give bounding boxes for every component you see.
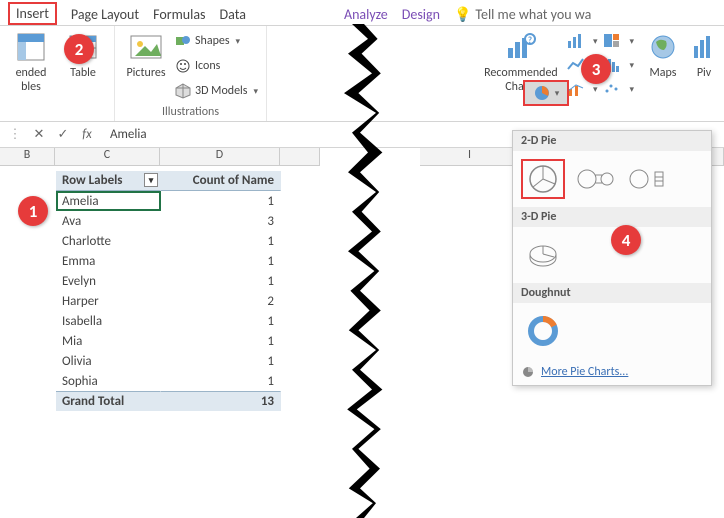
cancel-button[interactable]: ✕ [30,127,48,142]
pivot-grand-total[interactable]: Grand Total13 [56,391,281,411]
ribbon-area: ended bles Table Pictures Shapes [0,26,724,122]
pivot-row[interactable]: Olivia1 [56,351,281,371]
bar-of-pie-option[interactable] [625,159,669,199]
pivot-row[interactable]: Sophia1 [56,371,281,391]
pie-of-pie-option[interactable] [573,159,617,199]
ribbon-tabs: Insert Page Layout Formulas Data Analyze… [0,0,724,26]
filter-dropdown-button[interactable]: ▾ [144,173,158,187]
pie-3d-section: 3-D Pie [513,207,711,227]
col-header-i[interactable]: I [420,148,520,166]
3d-models-button[interactable]: 3D Models▾ [175,80,258,102]
pivot-header-rowlabels[interactable]: Row Labels ▾ [56,171,161,191]
shapes-icon [175,33,191,49]
callout-4: 4 [611,225,641,255]
tab-page-layout[interactable]: Page Layout [71,6,139,23]
chevron-down-icon: ▾ [236,36,241,47]
tab-design[interactable]: Design [402,6,440,23]
pie-chart-menu: 2-D Pie 3-D Pie Doughnut More Pie Charts… [512,130,712,386]
tab-data[interactable]: Data [220,6,246,23]
col-header-c[interactable]: C [55,148,160,166]
pie-of-pie-icon [575,164,615,194]
combo-chart-icon [567,81,587,97]
scatter-chart-button[interactable]: ▾ [603,78,634,100]
pie-icon [526,162,560,196]
pie-2d-section: 2-D Pie [513,131,711,151]
pivot-header-count[interactable]: Count of Name [161,171,281,191]
doughnut-icon [526,314,560,348]
pie-3d-icon [525,240,561,270]
cube-icon [175,83,191,99]
enter-button[interactable]: ✓ [54,127,72,142]
doughnut-option[interactable] [521,311,565,351]
callout-1: 1 [18,196,48,226]
icons-button[interactable]: Icons [175,55,258,77]
column-chart-icon [567,33,587,49]
callout-2: 2 [64,34,94,64]
hierarchy-chart-button[interactable]: ▾ [603,30,634,52]
shapes-button[interactable]: Shapes▾ [175,30,258,52]
pie-2d-option[interactable] [521,159,565,199]
pivot-row[interactable]: Harper2 [56,291,281,311]
pie-3d-option[interactable] [521,235,565,275]
tab-insert[interactable]: Insert [8,2,57,25]
pictures-button[interactable]: Pictures [123,30,169,105]
tell-me[interactable]: 💡 Tell me what you wa [454,6,591,23]
more-pie-charts-link[interactable]: More Pie Charts... [513,359,711,385]
rec-charts-icon: ? [504,30,538,64]
callout-3: 3 [581,54,611,84]
globe-icon [646,30,680,64]
pie-small-icon [521,365,535,379]
recommended-pivot-button[interactable]: ended bles [8,30,54,119]
pivotchart-button[interactable]: Piv [692,30,716,119]
pivot-table: Row Labels ▾ Count of Name Amelia1 Ava3 … [56,171,281,411]
tab-formulas[interactable]: Formulas [153,6,205,23]
chevron-down-icon: ▾ [254,86,259,97]
icons-icon [175,58,191,74]
treemap-icon [603,33,623,49]
pivot-row[interactable]: Isabella1 [56,311,281,331]
illustrations-label: Illustrations [123,105,258,121]
pie-chart-dropdown-button[interactable]: ▾ [523,80,569,106]
pivot-icon [14,30,48,64]
maps-button[interactable]: Maps [640,30,686,119]
pivot-row[interactable]: Mia1 [56,331,281,351]
pivot-row[interactable]: Emma1 [56,251,281,271]
pivot-row[interactable]: Amelia1 [56,191,281,211]
tab-analyze[interactable]: Analyze [344,6,388,23]
fx-button[interactable]: fx [78,127,96,142]
svg-text:?: ? [528,35,532,46]
col-header-d[interactable]: D [160,148,280,166]
col-header-e[interactable] [280,148,320,166]
lightbulb-icon: 💡 [454,6,471,23]
pivotchart-icon [687,30,721,64]
col-header-b[interactable]: B [0,148,55,166]
pie-chart-icon [533,84,551,102]
chevron-down-icon: ▾ [555,88,560,99]
pivot-row[interactable]: Evelyn1 [56,271,281,291]
pivot-row[interactable]: Ava3 [56,211,281,231]
bar-of-pie-icon [627,164,667,194]
pictures-icon [129,30,163,64]
scatter-icon [603,81,623,97]
pivot-row[interactable]: Charlotte1 [56,231,281,251]
doughnut-section: Doughnut [513,283,711,303]
column-chart-button[interactable]: ▾ [567,30,598,52]
